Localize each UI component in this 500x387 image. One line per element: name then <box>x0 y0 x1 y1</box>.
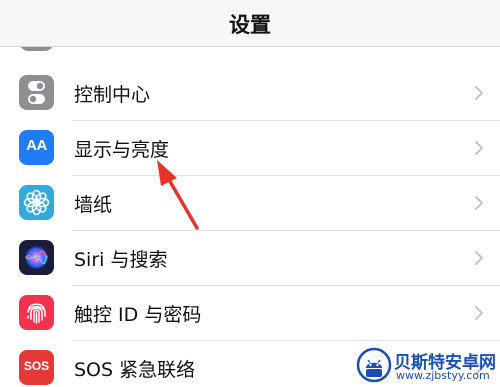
sos-icon: SOS <box>19 350 54 385</box>
settings-screen: 设置 控制中心 AA 显示与亮度 墙纸 Siri 与搜索 触控 ID 与密码 S… <box>0 0 500 387</box>
chevron-right-icon <box>474 305 484 325</box>
page-title: 设置 <box>229 13 271 37</box>
row-label: 墙纸 <box>74 194 113 216</box>
row-label: SOS 紧急联络 <box>74 359 196 381</box>
settings-list[interactable]: 控制中心 AA 显示与亮度 墙纸 Siri 与搜索 触控 ID 与密码 SOS … <box>0 18 500 387</box>
wallpaper-icon <box>19 185 54 220</box>
row-label: 显示与亮度 <box>74 139 170 161</box>
row-label: Siri 与搜索 <box>74 249 168 271</box>
settings-row-emergency-sos[interactable]: SOS SOS 紧急联络 <box>0 341 500 387</box>
siri-icon <box>19 240 54 275</box>
chevron-right-icon <box>474 140 484 160</box>
touch-id-icon <box>19 295 54 330</box>
navigation-bar: 设置 <box>0 0 500 47</box>
row-label: 触控 ID 与密码 <box>74 304 202 326</box>
display-brightness-icon: AA <box>19 130 54 165</box>
settings-row-wallpaper[interactable]: 墙纸 <box>0 176 500 231</box>
settings-row-siri-search[interactable]: Siri 与搜索 <box>0 231 500 286</box>
sos-icon-text: SOS <box>23 359 50 373</box>
chevron-right-icon <box>474 250 484 270</box>
chevron-right-icon <box>474 85 484 105</box>
settings-row-control-center[interactable]: 控制中心 <box>0 66 500 121</box>
settings-row-display-brightness[interactable]: AA 显示与亮度 <box>0 121 500 176</box>
chevron-right-icon <box>474 360 484 380</box>
row-label: 控制中心 <box>74 84 151 106</box>
chevron-right-icon <box>474 195 484 215</box>
display-icon-text: AA <box>26 137 47 154</box>
settings-row-touch-id-passcode[interactable]: 触控 ID 与密码 <box>0 286 500 341</box>
partial-row-top <box>0 18 500 57</box>
control-center-icon <box>19 75 54 110</box>
